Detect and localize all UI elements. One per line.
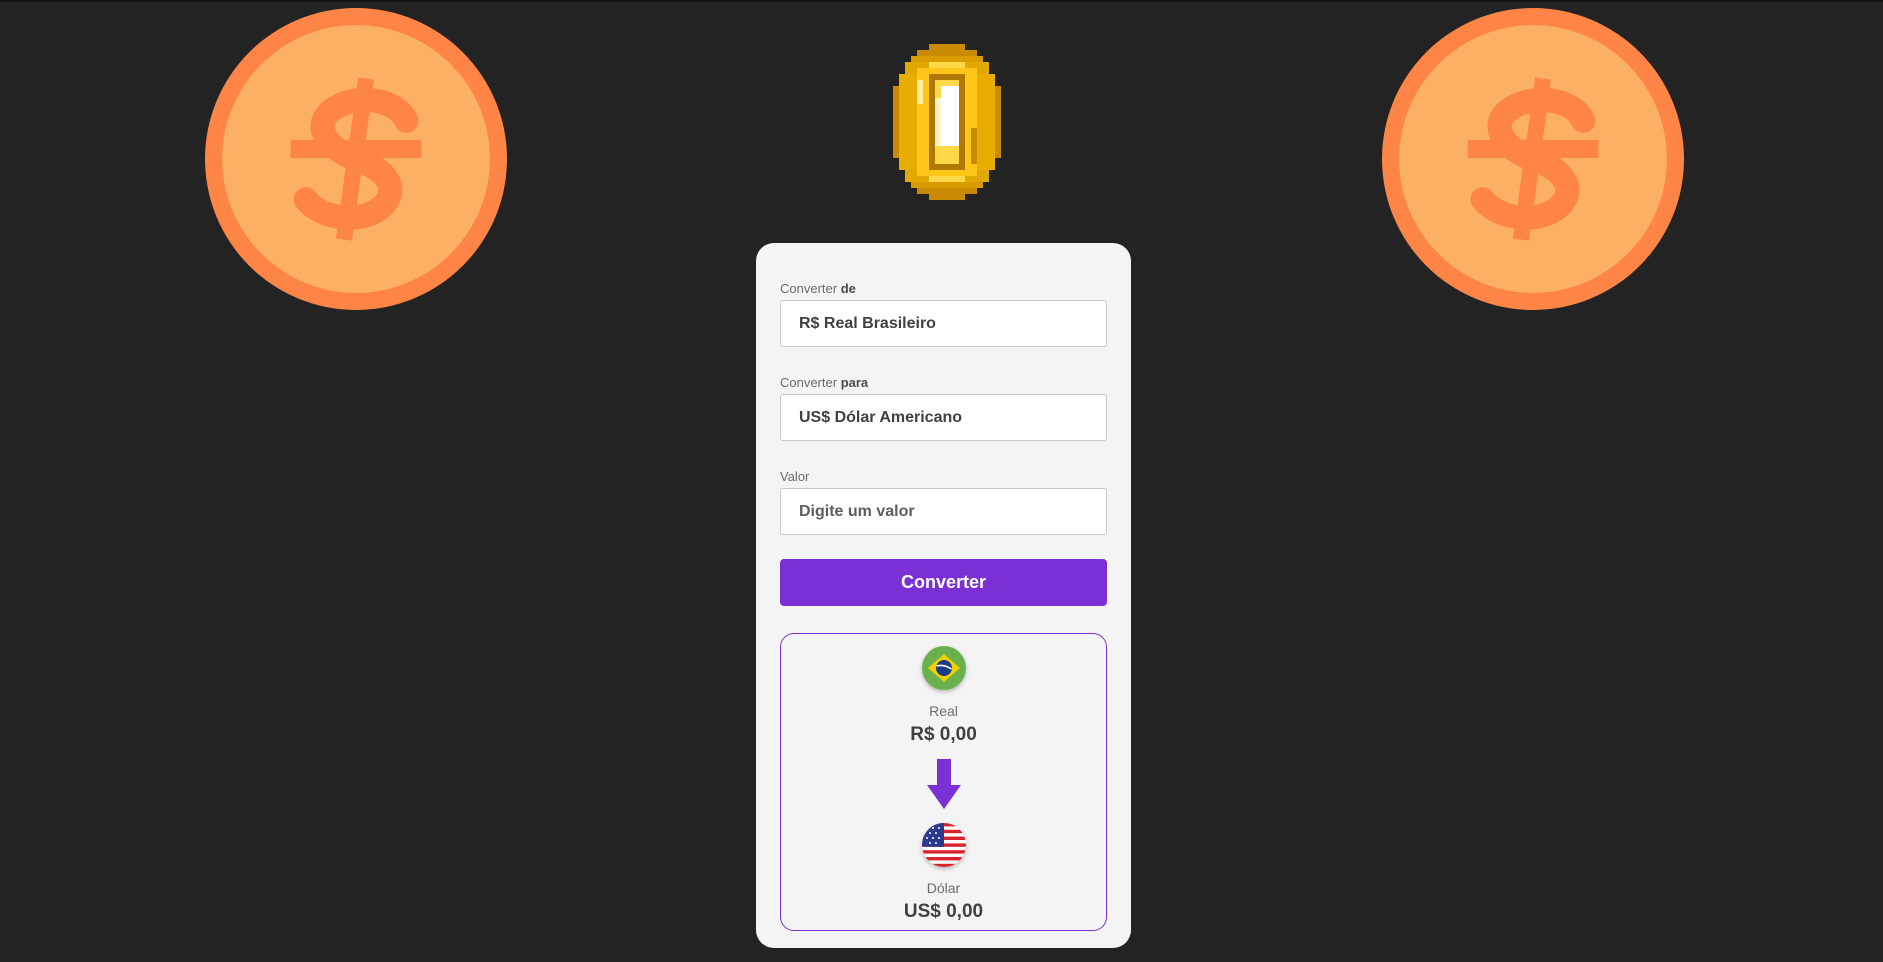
amount-group: Valor <box>780 469 1107 535</box>
from-label-bold: de <box>840 281 856 296</box>
from-currency-value: R$ Real Brasileiro <box>799 314 936 332</box>
from-label-prefix: Converter <box>780 281 838 296</box>
converter-panel: Converter de R$ Real Brasileiro Converte… <box>756 243 1131 948</box>
amount-label: Valor <box>780 469 810 484</box>
to-label-bold: para <box>840 375 869 390</box>
pixel-gold-coin-icon <box>893 44 1001 200</box>
dollar-coin-icon <box>1382 8 1684 310</box>
to-label-prefix: Converter <box>780 375 838 390</box>
to-currency-value: US$ Dólar Americano <box>799 408 963 426</box>
to-currency-select[interactable]: US$ Dólar Americano <box>780 394 1107 441</box>
arrow-down-icon <box>926 759 961 809</box>
to-currency-label: Converter para <box>780 375 1107 391</box>
app-background: Converter de R$ Real Brasileiro Converte… <box>0 0 1883 962</box>
from-currency-group: Converter de R$ Real Brasileiro <box>780 281 1107 347</box>
from-currency-label: Converter de <box>780 281 1107 297</box>
from-currency-select[interactable]: R$ Real Brasileiro <box>780 300 1107 347</box>
result-card: Real R$ 0,00 Dólar US$ 0,00 <box>780 633 1107 931</box>
to-currency-group: Converter para US$ Dólar Americano <box>780 375 1107 441</box>
source-currency-value: R$ 0,00 <box>910 724 977 745</box>
source-currency-name: Real <box>929 703 958 719</box>
amount-field-box[interactable] <box>780 488 1107 535</box>
target-currency-name: Dólar <box>926 880 961 896</box>
convert-button[interactable]: Converter <box>780 559 1107 606</box>
amount-input[interactable] <box>799 502 1088 521</box>
usa-flag-icon <box>921 823 966 867</box>
target-currency-value: US$ 0,00 <box>903 901 984 922</box>
dollar-coin-icon <box>205 8 507 310</box>
brazil-flag-icon <box>921 646 966 690</box>
